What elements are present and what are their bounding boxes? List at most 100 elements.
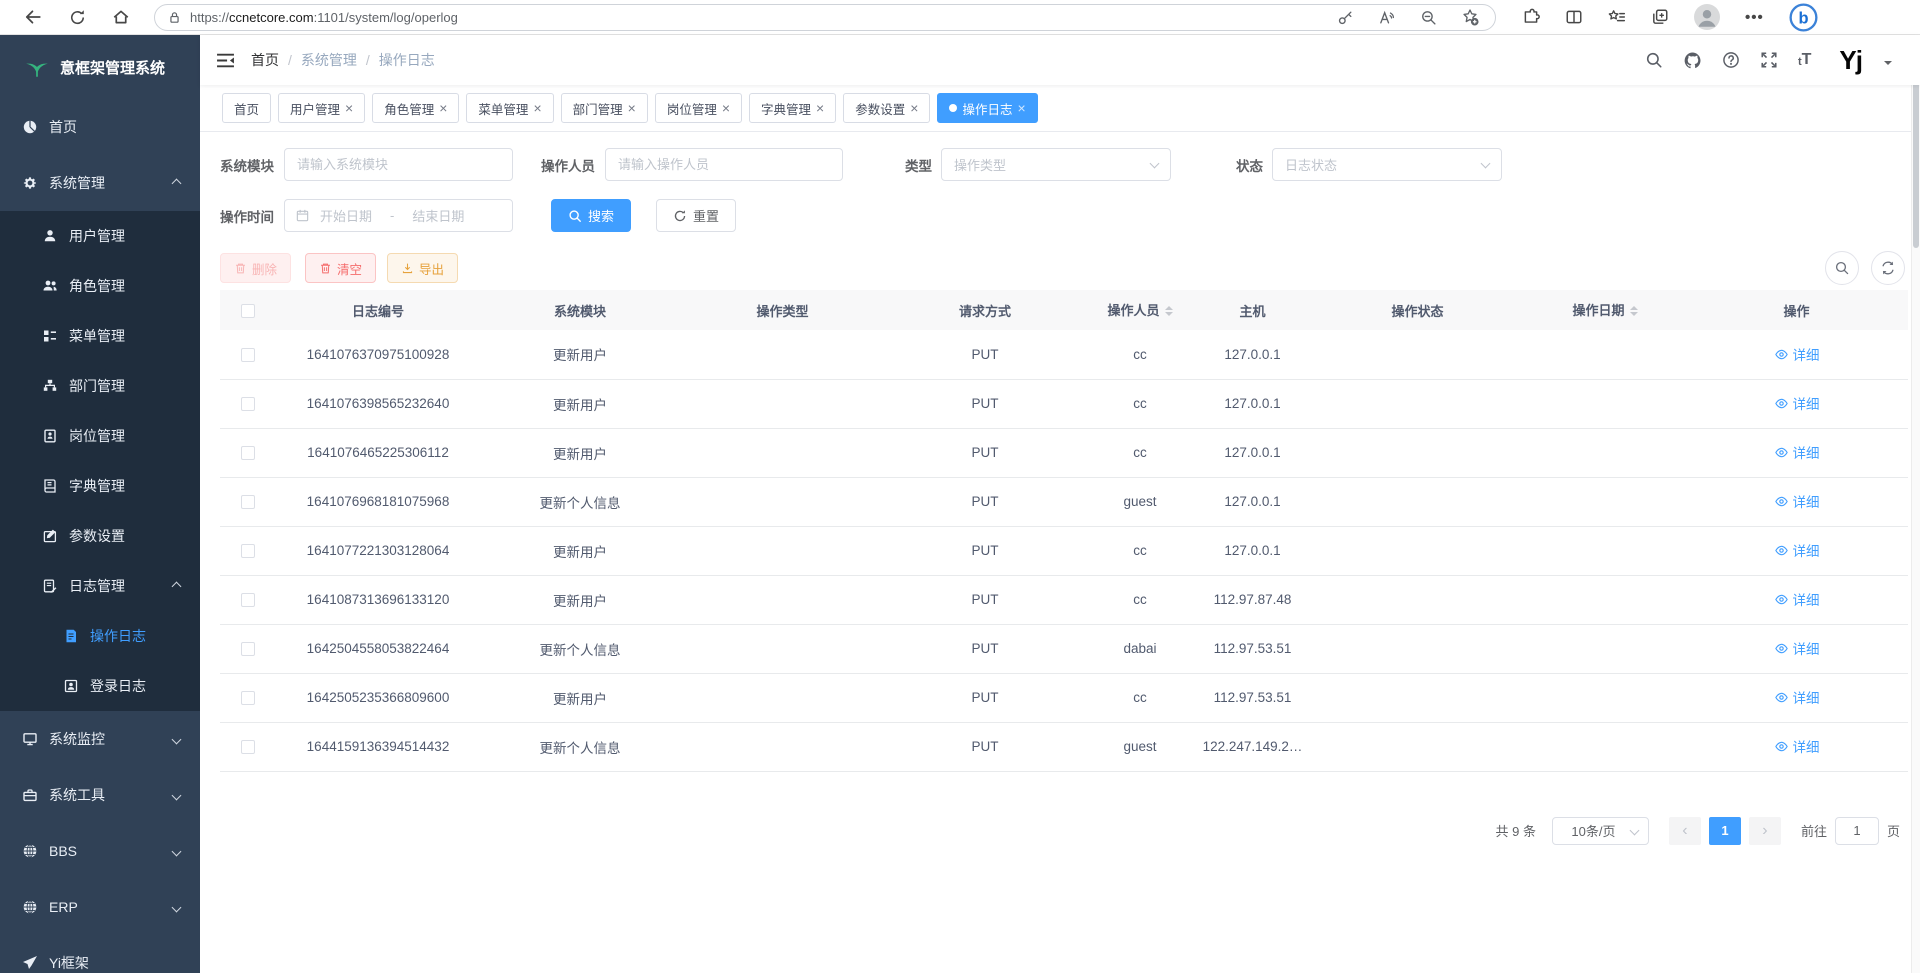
detail-link[interactable]: 详细 [1774, 687, 1820, 707]
row-checkbox[interactable] [241, 495, 255, 509]
address-bar[interactable]: https://ccnetcore.com:1101/system/log/op… [154, 4, 1496, 31]
tab-param-settings[interactable]: 参数设置 [843, 93, 930, 123]
module-input[interactable] [284, 148, 513, 181]
read-aloud-button[interactable] [1378, 9, 1396, 26]
sidebar-collapse-button[interactable] [216, 52, 235, 69]
row-checkbox[interactable] [241, 446, 255, 460]
sidebar-item-operation-log[interactable]: 操作日志 [0, 611, 200, 661]
tab-close-icon[interactable] [345, 101, 353, 115]
row-checkbox[interactable] [241, 544, 255, 558]
sidebar-item-post-management[interactable]: 岗位管理 [0, 411, 200, 461]
fullscreen-button[interactable] [1760, 51, 1778, 69]
tab-close-icon[interactable] [628, 101, 636, 115]
sort-asc-icon[interactable] [1165, 302, 1173, 310]
caret-down-icon[interactable] [1884, 61, 1892, 69]
search-button[interactable]: 搜索 [551, 199, 631, 232]
collections-button[interactable] [1651, 8, 1669, 26]
password-manager-button[interactable] [1337, 9, 1354, 26]
browser-settings-button[interactable]: ••• [1745, 9, 1764, 26]
split-screen-button[interactable] [1565, 8, 1583, 26]
header-search-button[interactable] [1645, 51, 1663, 69]
date-range-input[interactable]: 开始日期 - 结束日期 [284, 199, 513, 232]
tab-menu-management[interactable]: 菜单管理 [466, 93, 553, 123]
sort-desc-icon[interactable] [1165, 312, 1173, 320]
sidebar-item-login-log[interactable]: 登录日志 [0, 661, 200, 711]
status-select[interactable]: 日志状态 [1272, 148, 1502, 181]
detail-link[interactable]: 详细 [1774, 638, 1820, 658]
sidebar-item-role-management[interactable]: 角色管理 [0, 261, 200, 311]
sidebar-item-home[interactable]: 首页 [0, 99, 200, 155]
sidebar-item-dict-management[interactable]: 字典管理 [0, 461, 200, 511]
tab-close-icon[interactable] [439, 101, 447, 115]
sidebar-item-log-management[interactable]: 日志管理 [0, 561, 200, 611]
sort-control[interactable] [1630, 302, 1638, 320]
prev-page-button[interactable] [1669, 817, 1701, 845]
row-checkbox[interactable] [241, 348, 255, 362]
table-refresh-button[interactable] [1871, 251, 1905, 285]
detail-link[interactable]: 详细 [1774, 589, 1820, 609]
tab-close-icon[interactable] [910, 101, 918, 115]
tab-home[interactable]: 首页 [222, 93, 271, 123]
sidebar-item-user-management[interactable]: 用户管理 [0, 211, 200, 261]
jump-page-input[interactable] [1835, 817, 1879, 845]
reset-button[interactable]: 重置 [656, 199, 736, 232]
detail-link[interactable]: 详细 [1774, 736, 1820, 756]
sidebar-item-erp[interactable]: ERP [0, 879, 200, 935]
tab-close-icon[interactable] [816, 101, 824, 115]
page-size-select[interactable]: 10条/页 [1552, 817, 1649, 845]
row-checkbox[interactable] [241, 642, 255, 656]
github-button[interactable] [1683, 51, 1702, 70]
browser-profile-button[interactable] [1694, 4, 1720, 30]
sidebar-item-system-monitor[interactable]: 系统监控 [0, 711, 200, 767]
browser-refresh-button[interactable] [62, 2, 92, 32]
row-checkbox[interactable] [241, 740, 255, 754]
sort-control[interactable] [1165, 302, 1173, 320]
tab-close-icon[interactable] [722, 101, 730, 115]
clear-button[interactable]: 清空 [305, 253, 376, 283]
tab-user-management[interactable]: 用户管理 [278, 93, 365, 123]
tab-close-icon[interactable] [533, 101, 541, 115]
favorites-bar-button[interactable] [1608, 8, 1626, 26]
current-page-button[interactable]: 1 [1709, 817, 1741, 845]
row-checkbox[interactable] [241, 593, 255, 607]
user-logo[interactable]: Yj [1839, 45, 1862, 76]
detail-link[interactable]: 详细 [1774, 442, 1820, 462]
sidebar-item-system-management[interactable]: 系统管理 [0, 155, 200, 211]
detail-link[interactable]: 详细 [1774, 491, 1820, 511]
table-search-toggle-button[interactable] [1825, 251, 1859, 285]
tab-dict-management[interactable]: 字典管理 [749, 93, 836, 123]
sidebar-item-bbs[interactable]: BBS [0, 823, 200, 879]
detail-link[interactable]: 详细 [1774, 393, 1820, 413]
browser-back-button[interactable] [18, 2, 48, 32]
delete-button[interactable]: 删除 [220, 253, 291, 283]
zoom-out-button[interactable] [1420, 9, 1437, 26]
row-checkbox[interactable] [241, 691, 255, 705]
tab-close-icon[interactable] [1017, 101, 1025, 115]
browser-home-button[interactable] [106, 2, 136, 32]
sort-desc-icon[interactable] [1630, 312, 1638, 320]
tab-department-management[interactable]: 部门管理 [561, 93, 648, 123]
sort-asc-icon[interactable] [1630, 302, 1638, 310]
breadcrumb-system-management[interactable]: 系统管理 [301, 50, 357, 70]
breadcrumb-home[interactable]: 首页 [251, 50, 279, 70]
operator-input[interactable] [605, 148, 843, 181]
add-favorite-button[interactable] [1461, 8, 1479, 26]
sidebar-item-system-tools[interactable]: 系统工具 [0, 767, 200, 823]
sidebar-item-department-management[interactable]: 部门管理 [0, 361, 200, 411]
sidebar-item-param-settings[interactable]: 参数设置 [0, 511, 200, 561]
tab-operation-log[interactable]: 操作日志 [937, 93, 1037, 123]
sidebar-item-yi-framework[interactable]: Yi框架 [0, 935, 200, 973]
font-size-button[interactable] [1798, 52, 1811, 68]
copilot-button[interactable]: b [1789, 3, 1818, 32]
tab-role-management[interactable]: 角色管理 [372, 93, 459, 123]
sidebar-item-menu-management[interactable]: 菜单管理 [0, 311, 200, 361]
export-button[interactable]: 导出 [387, 253, 458, 283]
extensions-button[interactable] [1522, 8, 1540, 26]
next-page-button[interactable] [1749, 817, 1781, 845]
help-button[interactable] [1722, 51, 1740, 69]
detail-link[interactable]: 详细 [1774, 344, 1820, 364]
tab-post-management[interactable]: 岗位管理 [655, 93, 742, 123]
select-all-checkbox[interactable] [241, 304, 255, 318]
row-checkbox[interactable] [241, 397, 255, 411]
type-select[interactable]: 操作类型 [941, 148, 1171, 181]
